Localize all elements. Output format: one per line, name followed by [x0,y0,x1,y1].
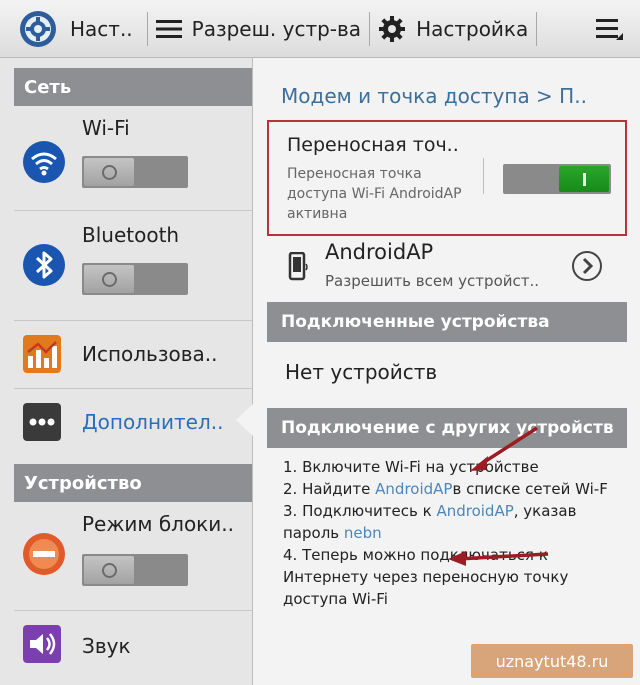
on-indicator-icon [582,172,586,186]
step-3-text: 3. Подключитесь к [283,502,437,520]
instruction-step-4: 4. Теперь можно подключаться к Интернету… [283,546,569,608]
instruction-step-1: 1. Включите Wi-Fi на устройстве [283,458,539,476]
access-point-row[interactable]: AndroidAP Разрешить всем устройст.. [267,238,640,300]
settings-sidebar: Сеть Wi-Fi Bluetooth Использова.. Дополн… [0,58,252,685]
off-indicator-icon [101,164,117,180]
sidebar-item-bluetooth[interactable]: Bluetooth [0,213,252,319]
bluetooth-label: Bluetooth [82,223,180,247]
chevron-right-icon[interactable] [571,250,603,282]
data-usage-icon [23,335,61,373]
toggle-knob [84,158,134,186]
step-2-text: 2. Найдите [283,480,376,498]
divider [14,388,252,389]
settings-app-icon [20,10,56,47]
ap-name-highlight: AndroidAP [375,480,453,498]
wifi-label: Wi-Fi [82,116,130,140]
watermark: uznaytut48.ru [471,644,633,678]
permissions-button[interactable]: Разреш. устр-ва [155,0,362,57]
sound-label: Звук [82,634,131,658]
toggle-knob [84,556,134,584]
hotspot-switch[interactable] [503,164,611,194]
toggle-knob [84,265,134,293]
sound-icon [23,625,61,663]
off-indicator-icon [101,271,117,287]
divider [14,610,252,611]
settings-button[interactable]: Настройка [378,0,528,57]
hotspot-status: Переносная точка доступа Wi-Fi AndroidAP… [287,166,462,222]
no-devices-text: Нет устройств [285,360,438,384]
sidebar-item-sound[interactable]: Звук [0,614,252,680]
overflow-menu-button[interactable] [594,0,640,57]
block-mode-label: Режим блоки.. [82,512,234,536]
portable-hotspot-row[interactable]: Переносная точ.. Переносная точка доступ… [267,120,627,236]
network-section-header: Сеть [14,68,252,106]
divider [536,11,538,46]
connection-instructions: 1. Включите Wi-Fi на устройстве 2. Найди… [283,456,633,610]
wifi-icon [23,141,65,183]
connected-devices-header: Подключенные устройства [267,302,627,342]
bluetooth-icon [23,244,65,286]
more-label: Дополнител.. [82,410,224,434]
hotspot-title: Переносная точ.. [287,134,459,156]
tethering-panel: Модем и точка доступа > П.. Переносная т… [252,58,640,685]
sidebar-item-more[interactable]: Дополнител.. [0,390,252,454]
sidebar-item-wifi[interactable]: Wi-Fi [0,106,252,212]
instruction-step-2: 2. Найдите AndroidAPв списке сетей Wi-F [283,478,633,500]
divider [146,11,148,46]
connect-other-devices-header: Подключение с других устройств [267,408,627,448]
usage-label: Использова.. [82,342,218,366]
ap-name: AndroidAP [325,240,434,264]
permissions-label: Разреш. устр-ва [191,16,362,41]
password-highlight: nebn [343,524,382,542]
instruction-step-3: 3. Подключитесь к AndroidAP, указав паро… [283,500,633,544]
more-dots-icon [23,403,61,441]
settings-label: Настройка [416,16,529,41]
wifi-toggle[interactable] [82,156,188,188]
app-title: Наст.. [70,16,133,41]
action-bar: Наст.. Разреш. устр-ва Настройка [0,0,640,58]
divider [14,210,252,211]
phone-icon [288,252,308,281]
gear-icon [379,15,406,42]
divider [14,320,252,321]
ap-name-highlight: AndroidAP [436,502,514,520]
step-2-text-end: в списке сетей Wi-F [452,480,608,498]
divider [369,11,371,46]
off-indicator-icon [101,562,117,578]
list-icon [155,19,182,38]
block-mode-toggle[interactable] [82,554,188,586]
sidebar-item-blocking-mode[interactable]: Режим блоки.. [0,502,252,608]
bluetooth-toggle[interactable] [82,263,188,295]
menu-icon [596,18,623,40]
block-mode-icon [23,533,65,575]
switch-knob [559,166,609,192]
breadcrumb[interactable]: Модем и точка доступа > П.. [281,84,587,108]
device-section-header: Устройство [14,464,252,502]
selection-pointer [236,404,253,436]
divider [483,158,484,194]
sidebar-item-data-usage[interactable]: Использова.. [0,322,252,388]
app-title-button[interactable]: Наст.. [0,0,139,57]
ap-subtitle: Разрешить всем устройст.. [325,272,540,290]
